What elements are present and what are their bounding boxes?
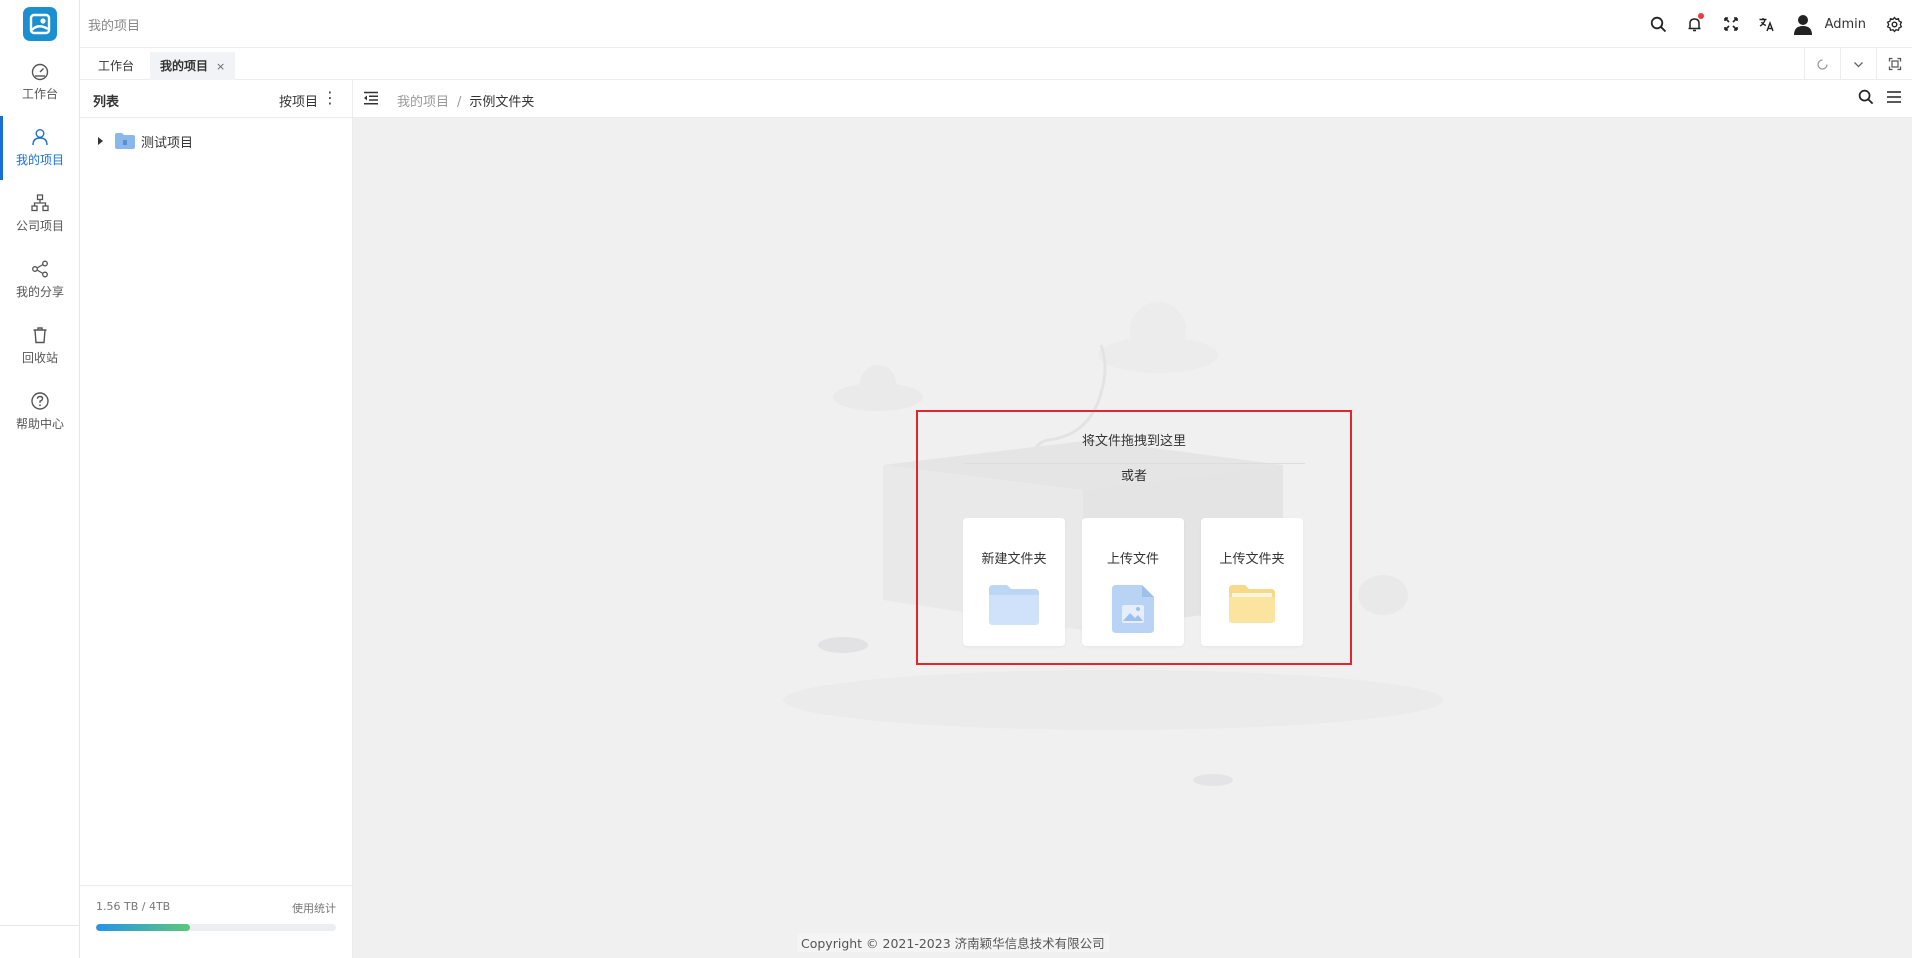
tree-node-test-project[interactable]: 测试项目: [98, 130, 193, 152]
notifications-button[interactable]: [1677, 6, 1713, 42]
search-button[interactable]: [1641, 6, 1677, 42]
sidebar-item-label: 我的项目: [15, 153, 64, 167]
tree-title: 列表: [93, 95, 120, 110]
breadcrumb-item[interactable]: 我的项目: [397, 95, 449, 110]
sidebar-item-label: 我的分享: [15, 285, 64, 299]
search-icon: [1650, 16, 1667, 32]
avatar-icon: [1793, 15, 1812, 35]
close-icon[interactable]: ×: [216, 60, 225, 73]
top-bar: 我的项目 Admin: [80, 0, 1912, 48]
maximize-button[interactable]: [1876, 48, 1912, 80]
tabs-dropdown-button[interactable]: [1840, 48, 1876, 80]
user-name[interactable]: Admin: [1825, 17, 1866, 32]
storage-progress-bar: [96, 924, 336, 931]
storage-used-text: 1.56 TB / 4TB: [96, 900, 171, 913]
storage-usage: 1.56 TB / 4TB 使用统计: [80, 885, 352, 958]
avatar[interactable]: [1785, 6, 1821, 42]
main-content: 我的项目 / 示例文件夹 将文件拖拽到这里 或者 新建文件夹 上传文件 上传文件…: [353, 80, 1912, 958]
sidebar-item-my-shares[interactable]: 我的分享: [0, 248, 80, 312]
gear-icon: [1886, 15, 1902, 33]
breadcrumb-item-current: 示例文件夹: [469, 95, 535, 110]
new-folder-button[interactable]: 新建文件夹: [963, 518, 1065, 646]
sidebar-item-label: 工作台: [21, 87, 58, 101]
breadcrumb: 我的项目 / 示例文件夹: [397, 91, 534, 110]
card-label: 新建文件夹: [981, 552, 1047, 567]
chevron-down-icon: [1854, 61, 1863, 67]
more-options-icon[interactable]: ⋮: [322, 88, 338, 107]
tab-my-projects[interactable]: 我的项目 ×: [150, 52, 236, 80]
user-icon: [32, 129, 48, 146]
storage-progress-fill: [96, 924, 190, 931]
sidebar-item-company-projects[interactable]: 公司项目: [0, 182, 80, 246]
share-icon: [32, 260, 48, 278]
tab-label: 工作台: [98, 59, 135, 73]
notification-badge: [1697, 13, 1704, 19]
sidebar-item-recycle-bin[interactable]: 回收站: [0, 314, 80, 378]
project-folder-icon: [115, 133, 135, 149]
tree-node-label: 测试项目: [141, 135, 194, 151]
sidebar-item-my-projects[interactable]: 我的项目: [0, 116, 80, 180]
refresh-button[interactable]: [1804, 48, 1840, 80]
trash-icon: [33, 327, 47, 344]
page-title: 我的项目: [88, 19, 141, 34]
upload-file-button[interactable]: 上传文件: [1082, 518, 1184, 646]
sidebar-item-label: 公司项目: [15, 219, 64, 233]
divider: [963, 463, 1305, 464]
left-rail: 工作台 我的项目 公司项目 我的分享 回收站 帮助中心: [0, 0, 80, 958]
translate-icon: [1759, 17, 1774, 31]
collapse-panel-icon[interactable]: [363, 90, 379, 106]
language-button[interactable]: [1749, 6, 1785, 42]
or-label: 或者: [1120, 469, 1147, 484]
menu-icon[interactable]: [1886, 89, 1902, 105]
upload-drop-zone[interactable]: 将文件拖拽到这里 或者 新建文件夹 上传文件 上传文件夹: [916, 410, 1352, 665]
upload-folder-button[interactable]: 上传文件夹: [1201, 518, 1303, 646]
help-icon: [31, 392, 49, 410]
sidebar-item-label: 回收站: [21, 351, 58, 365]
card-label: 上传文件夹: [1219, 552, 1285, 567]
rail-divider: [0, 925, 80, 926]
sort-by-project-button[interactable]: 按项目: [279, 91, 318, 110]
sidebar-item-help-center[interactable]: 帮助中心: [0, 380, 80, 444]
app-logo[interactable]: [23, 7, 57, 41]
sidebar-item-label: 帮助中心: [15, 417, 64, 431]
org-chart-icon: [31, 194, 49, 212]
copyright-footer: Copyright © 2021-2023 济南颖华信息技术有限公司: [797, 933, 1109, 952]
dashboard-icon: [31, 63, 49, 81]
fullscreen-icon: [1723, 17, 1738, 31]
drop-hint: 将文件拖拽到这里: [1081, 434, 1186, 449]
tab-label: 我的项目: [160, 59, 209, 73]
maximize-icon: [1888, 57, 1901, 71]
tab-workbench[interactable]: 工作台: [88, 52, 144, 80]
image-file-icon: [1112, 585, 1154, 633]
sidebar-item-workbench[interactable]: 工作台: [0, 50, 80, 114]
fullscreen-button[interactable]: [1713, 6, 1749, 42]
folder-blue-icon: [989, 585, 1039, 625]
usage-stats-link[interactable]: 使用统计: [292, 900, 336, 916]
breadcrumb-separator: /: [457, 95, 462, 110]
folder-yellow-icon: [1229, 585, 1275, 623]
settings-button[interactable]: [1876, 6, 1912, 42]
search-icon[interactable]: [1858, 89, 1874, 105]
expand-caret-icon[interactable]: [98, 137, 103, 145]
card-label: 上传文件: [1106, 552, 1159, 567]
tabs-bar: 工作台 我的项目 ×: [80, 48, 1912, 80]
refresh-icon: [1817, 58, 1828, 70]
project-tree-panel: 列表 按项目 ⋮ 测试项目 1.56 TB / 4TB 使用统计: [80, 80, 353, 958]
